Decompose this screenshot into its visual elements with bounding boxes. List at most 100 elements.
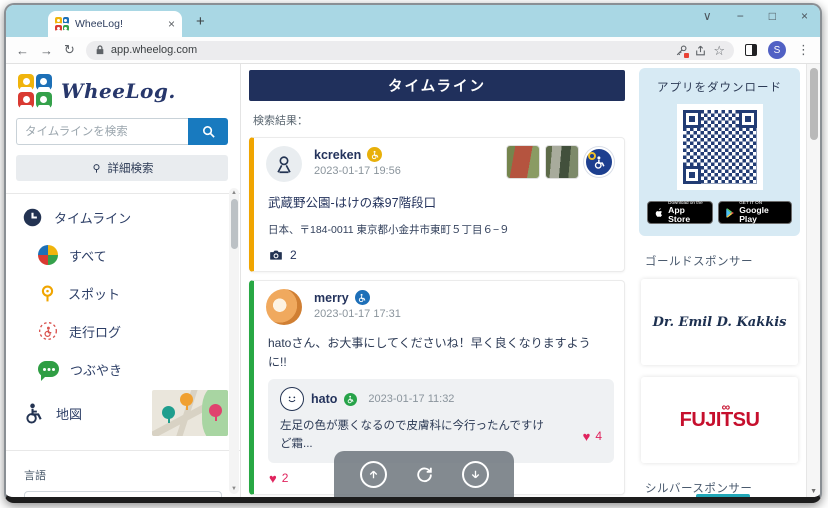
pin-search-icon [92, 163, 100, 173]
refresh-button[interactable] [411, 461, 438, 488]
user-badge-icon [367, 147, 383, 162]
sidebar-item-label: すべて [69, 248, 107, 264]
bookmark-star-icon[interactable]: ☆ [713, 44, 725, 57]
right-panel: アプリをダウンロード Download on the App Store GET… [639, 64, 806, 497]
google-play-badge[interactable]: GET IT ON Google Play [718, 200, 793, 224]
browser-tab[interactable]: WheeLog! × [48, 11, 182, 37]
close-button[interactable]: × [801, 9, 808, 23]
sidebar-item-map[interactable]: 地図 [16, 388, 228, 438]
language-select[interactable]: 日本語 ▼ [24, 491, 222, 503]
sidebar-item-all[interactable]: すべて [16, 236, 228, 274]
browser-menu-icon[interactable]: ⋮ [797, 42, 810, 58]
scroll-to-bottom-button[interactable] [461, 461, 489, 488]
like-count: 4 [595, 429, 602, 444]
user-badge-icon [344, 392, 358, 406]
post-photo-thumbnail[interactable] [506, 145, 540, 179]
post-card-spot[interactable]: kcreken 2023-01-17 19:56 武蔵野公園-はけの森97階段口… [249, 137, 625, 272]
avatar[interactable] [266, 289, 302, 325]
profile-avatar[interactable]: S [768, 41, 786, 59]
new-tab-button[interactable]: + [196, 13, 205, 30]
avatar[interactable] [266, 146, 302, 182]
sidebar-item-label: 走行ログ [69, 324, 122, 340]
google-play-name: Google Play [739, 204, 769, 224]
browser-titlebar: WheeLog! × + ∨ − □ × [6, 5, 820, 37]
username[interactable]: kcreken [314, 148, 361, 162]
scroll-down-icon[interactable]: ▼ [231, 484, 237, 494]
page-scrollbar[interactable]: ▼ [806, 64, 820, 497]
sidebar-item-tweet[interactable]: つぶやき [16, 350, 228, 388]
post-datetime: 2023-01-17 17:31 [314, 308, 401, 320]
reload-button[interactable]: ↻ [64, 42, 75, 58]
tab-title: WheeLog! [75, 18, 123, 30]
map-pin-teal [162, 406, 175, 423]
results-label: 検索結果： [253, 115, 308, 127]
download-title: アプリをダウンロード [657, 82, 783, 94]
back-button[interactable]: ← [16, 43, 29, 58]
quote-avatar[interactable] [280, 387, 304, 412]
divider [6, 450, 240, 451]
app-store-name: App Store [668, 204, 691, 224]
sponsor-card-kakkis[interactable]: Dr. Emil D. Kakkis [641, 279, 799, 365]
clock-icon [23, 208, 42, 226]
gold-sponsor-label: ゴールドスポンサー [645, 256, 753, 268]
qr-code [676, 104, 763, 190]
scroll-down-icon[interactable]: ▼ [807, 488, 820, 495]
lock-icon [96, 45, 104, 55]
quote-username[interactable]: hato [311, 392, 337, 406]
map-pin-icon [41, 285, 54, 301]
advanced-search-button[interactable]: 詳細検索 [16, 155, 228, 181]
heart-icon: ♥ [582, 428, 591, 444]
like-count: 2 [281, 471, 289, 485]
pie-icon [38, 245, 58, 265]
camera-icon [270, 250, 282, 260]
apple-icon [655, 208, 663, 217]
share-icon[interactable] [694, 44, 707, 57]
heart-icon: ♥ [269, 470, 277, 486]
divider [6, 193, 240, 194]
chevron-down-icon: ▼ [203, 500, 211, 503]
scrollbar-thumb[interactable] [230, 199, 238, 249]
google-play-icon [726, 207, 734, 218]
password-key-icon[interactable] [675, 44, 690, 58]
floating-toolbar [334, 451, 515, 497]
scrollbar-thumb[interactable] [810, 68, 819, 140]
username[interactable]: merry [314, 291, 349, 305]
left-sidebar: WheeLog. 詳細検索 タイムライン すべて [6, 64, 241, 497]
fujitsu-logo: ∞ FUJITSU [679, 399, 760, 431]
address-bar[interactable]: app.wheelog.com ☆ [85, 40, 734, 60]
map-pin-pink [209, 404, 222, 421]
app-store-badge[interactable]: Download on the App Store [647, 200, 714, 224]
post-address: 日本、〒184-0011 東京都小金井市東町５丁目６−９ [268, 224, 510, 236]
side-panel-icon[interactable] [745, 44, 757, 56]
sidebar-item-label: 地図 [56, 406, 83, 422]
app-body: WheeLog. 詳細検索 タイムライン すべて [6, 64, 820, 497]
scroll-to-top-button[interactable] [359, 461, 387, 488]
url-text: app.wheelog.com [110, 44, 198, 56]
sidebar-item-timeline[interactable]: タイムライン [16, 198, 228, 236]
forward-button[interactable]: → [40, 43, 53, 58]
scroll-up-icon[interactable]: ▲ [231, 188, 237, 198]
key-alert-dot [684, 52, 690, 58]
tab-close-icon[interactable]: × [168, 17, 175, 31]
maximize-button[interactable]: □ [769, 9, 776, 23]
timeline-search-input[interactable] [16, 118, 188, 145]
minimize-button[interactable]: − [737, 9, 744, 23]
quote-text: 左足の色が悪くなるので皮膚科に今行ったんですけど霜... [280, 420, 544, 451]
post-datetime: 2023-01-17 19:56 [314, 165, 401, 177]
wheelog-favicon [55, 17, 69, 35]
browser-window: WheeLog! × + ∨ − □ × ← → ↻ app.wheelog.c… [4, 3, 822, 503]
wheelog-logo-text: WheeLog. [61, 79, 176, 103]
sidebar-item-spot[interactable]: スポット [16, 274, 228, 312]
sidebar-item-ride-log[interactable]: 走行ログ [16, 312, 228, 350]
post-photo-thumbnail[interactable] [545, 145, 579, 179]
search-button[interactable] [188, 118, 228, 145]
sidebar-scrollbar[interactable]: ▲ ▼ [229, 188, 239, 494]
sponsor-card-fujitsu[interactable]: ∞ FUJITSU [641, 377, 799, 463]
sidebar-item-label: つぶやき [70, 362, 123, 378]
quote-datetime: 2023-01-17 11:32 [368, 393, 455, 406]
photo-count: 2 [290, 248, 297, 262]
quote-like-button[interactable]: ♥ 4 [583, 418, 602, 454]
post-title[interactable]: 武蔵野公園-はけの森97階段口 [268, 192, 614, 211]
wheelog-logo-icon [18, 74, 52, 119]
window-chevron-icon[interactable]: ∨ [703, 9, 712, 23]
